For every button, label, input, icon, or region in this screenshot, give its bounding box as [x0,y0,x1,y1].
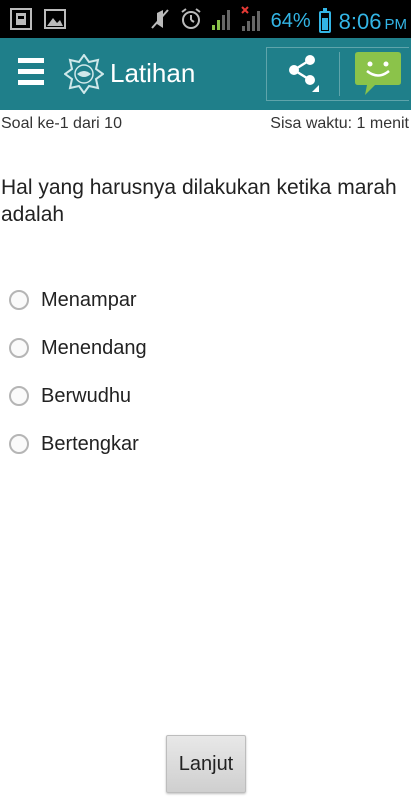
clock: 8:06 PM [339,9,407,35]
question-text: Hal yang harusnya dilakukan ketika marah… [1,176,397,226]
no-signal-icon [240,6,263,37]
app-bar: Latihan [0,38,411,110]
mute-icon [149,7,171,36]
time-remaining: Sisa waktu: 1 menit [270,115,409,132]
app-logo-icon [63,53,105,95]
alarm-icon [179,7,203,36]
quiz-info-row: Soal ke-1 dari 10 Sisa waktu: 1 menit [0,115,411,135]
option-bertengkar[interactable]: Bertengkar [8,427,139,461]
next-button[interactable]: Lanjut [166,735,246,793]
option-label: Menampar [41,288,137,311]
radio-button[interactable] [9,386,29,406]
option-menampar[interactable]: Menampar [8,283,137,317]
option-berwudhu[interactable]: Berwudhu [8,379,131,413]
feedback-smiley-icon [353,52,403,102]
option-label: Berwudhu [41,384,132,407]
option-label: Menendang [41,336,147,359]
action-divider [339,52,340,96]
clock-ampm: PM [384,15,408,33]
notification-icon [10,8,32,35]
app-title: Latihan [110,58,196,88]
action-group [266,47,409,101]
radio-button[interactable] [9,338,29,358]
radio-button[interactable] [9,434,29,454]
battery-percent: 64% [270,10,311,32]
option-menendang[interactable]: Menendang [8,331,147,365]
image-icon [44,8,66,35]
share-icon [285,52,319,97]
status-bar: 64% 8:06 PM [0,0,411,38]
signal-icon [211,7,233,36]
feedback-button[interactable] [353,50,403,98]
clock-time: 8:06 [338,8,382,34]
question-progress: Soal ke-1 dari 10 [1,115,122,132]
share-button[interactable] [267,48,337,100]
battery-icon [318,7,331,33]
menu-icon[interactable] [18,58,44,90]
option-label: Bertengkar [41,432,139,455]
radio-button[interactable] [9,290,29,310]
